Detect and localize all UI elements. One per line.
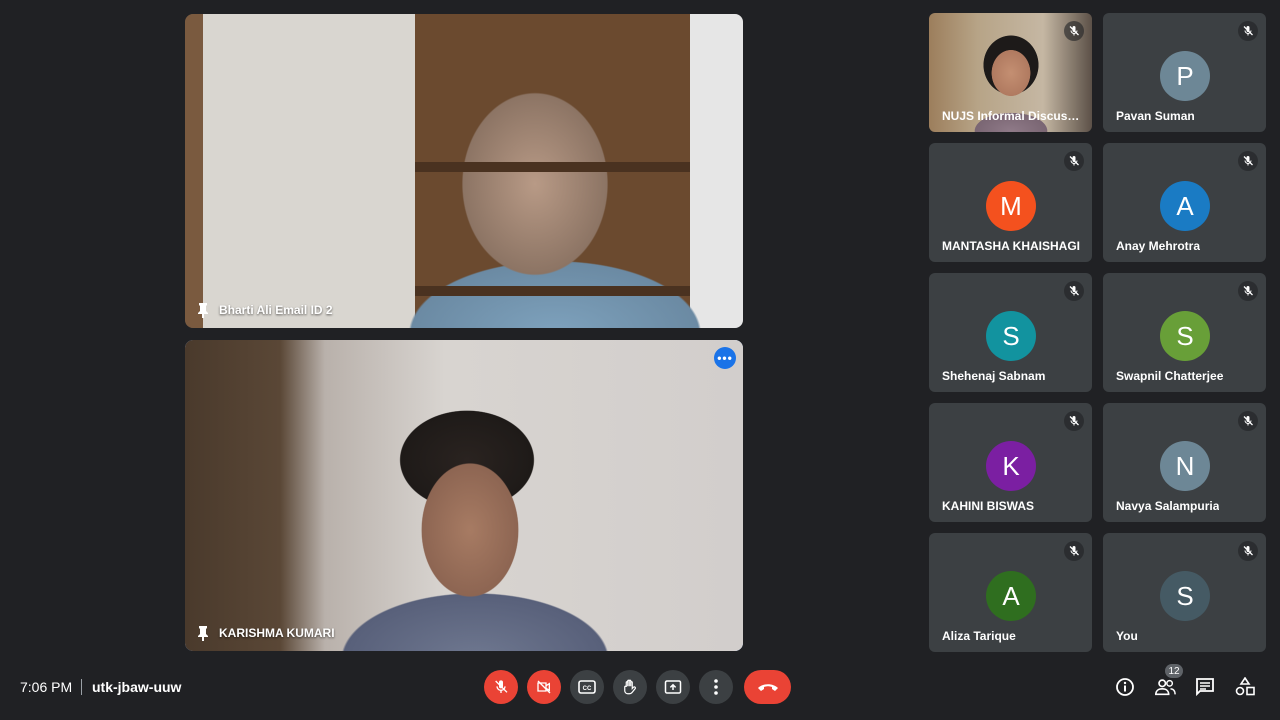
participant-name: MANTASHA KHAISHAGI: [942, 239, 1080, 253]
participant-tile[interactable]: S You: [1103, 533, 1266, 652]
bookshelf-shelf: [415, 286, 690, 296]
camera-toggle-button[interactable]: [527, 670, 561, 704]
avatar: A: [1160, 181, 1210, 231]
participant-name: NUJS Informal Discussi...: [942, 109, 1082, 123]
bookshelf-shelf: [415, 162, 690, 172]
participant-tile[interactable]: M MANTASHA KHAISHAGI: [929, 143, 1092, 262]
participant-tile[interactable]: A Anay Mehrotra: [1103, 143, 1266, 262]
participant-name: KAHINI BISWAS: [942, 499, 1035, 513]
leave-call-button[interactable]: [744, 670, 791, 704]
meeting-details-button[interactable]: [1112, 674, 1138, 700]
participant-name: Aliza Tarique: [942, 629, 1016, 643]
chat-button[interactable]: [1192, 674, 1218, 700]
participant-video: [185, 340, 743, 651]
people-count-badge: 12: [1165, 664, 1183, 678]
mic-off-icon: [1064, 21, 1084, 41]
chat-icon: [1196, 678, 1214, 697]
mic-off-icon: [1064, 281, 1084, 301]
more-options-button[interactable]: [699, 670, 733, 704]
avatar: S: [1160, 311, 1210, 361]
meeting-time: 7:06 PM: [20, 679, 73, 695]
info-icon: [1116, 678, 1134, 696]
participant-tile[interactable]: P Pavan Suman: [1103, 13, 1266, 132]
divider: [81, 679, 82, 695]
people-icon: [1155, 679, 1176, 696]
meeting-code[interactable]: utk-jbaw-uuw: [92, 679, 181, 695]
participant-tile[interactable]: S Shehenaj Sabnam: [929, 273, 1092, 392]
more-options-button[interactable]: •••: [714, 347, 736, 369]
participant-tile[interactable]: A Aliza Tarique: [929, 533, 1092, 652]
mic-off-icon: [1238, 21, 1258, 41]
mic-off-icon: [1238, 281, 1258, 301]
hand-icon: [624, 679, 636, 695]
more-vert-icon: [714, 679, 718, 695]
raise-hand-button[interactable]: [613, 670, 647, 704]
avatar: P: [1160, 51, 1210, 101]
participant-name: Swapnil Chatterjee: [1116, 369, 1224, 383]
participant-name: You: [1116, 629, 1138, 643]
present-screen-button[interactable]: [656, 670, 690, 704]
microphone-toggle-button[interactable]: [484, 670, 518, 704]
video-tile-bharti[interactable]: Bharti Ali Email ID 2: [185, 14, 743, 328]
mic-off-icon: [1064, 411, 1084, 431]
activities-button[interactable]: [1232, 674, 1258, 700]
end-call-icon: [757, 684, 778, 691]
mic-off-icon: [1238, 411, 1258, 431]
participant-tile[interactable]: NUJS Informal Discussi...: [929, 13, 1092, 132]
mic-off-icon: [495, 680, 508, 693]
bottom-control-bar: 7:06 PM utk-jbaw-uuw CC: [0, 660, 1280, 720]
tile-name-label: KARISHMA KUMARI: [197, 625, 335, 641]
avatar: S: [986, 311, 1036, 361]
mic-off-icon: [1064, 151, 1084, 171]
participant-name: Navya Salampuria: [1116, 499, 1220, 513]
avatar: K: [986, 441, 1036, 491]
participant-name: KARISHMA KUMARI: [219, 626, 335, 640]
present-icon: [664, 680, 682, 694]
participant-name: Anay Mehrotra: [1116, 239, 1201, 253]
mic-off-icon: [1238, 541, 1258, 561]
pin-icon: [197, 302, 209, 318]
mic-off-icon: [1238, 151, 1258, 171]
svg-text:CC: CC: [583, 686, 592, 692]
participant-name: Pavan Suman: [1116, 109, 1195, 123]
avatar: S: [1160, 571, 1210, 621]
pin-icon: [197, 625, 209, 641]
avatar: M: [986, 181, 1036, 231]
captions-button[interactable]: CC: [570, 670, 604, 704]
participant-name: Bharti Ali Email ID 2: [219, 303, 333, 317]
activities-icon: [1235, 677, 1255, 696]
participant-tile[interactable]: N Navya Salampuria: [1103, 403, 1266, 522]
avatar: A: [986, 571, 1036, 621]
captions-icon: CC: [578, 680, 596, 694]
video-tile-karishma[interactable]: ••• KARISHMA KUMARI: [185, 340, 743, 651]
mic-off-icon: [1064, 541, 1084, 561]
camera-off-icon: [537, 680, 551, 694]
participant-tile[interactable]: S Swapnil Chatterjee: [1103, 273, 1266, 392]
participant-tile[interactable]: K KAHINI BISWAS: [929, 403, 1092, 522]
tile-name-label: Bharti Ali Email ID 2: [197, 302, 333, 318]
avatar: N: [1160, 441, 1210, 491]
participant-name: Shehenaj Sabnam: [942, 369, 1046, 383]
